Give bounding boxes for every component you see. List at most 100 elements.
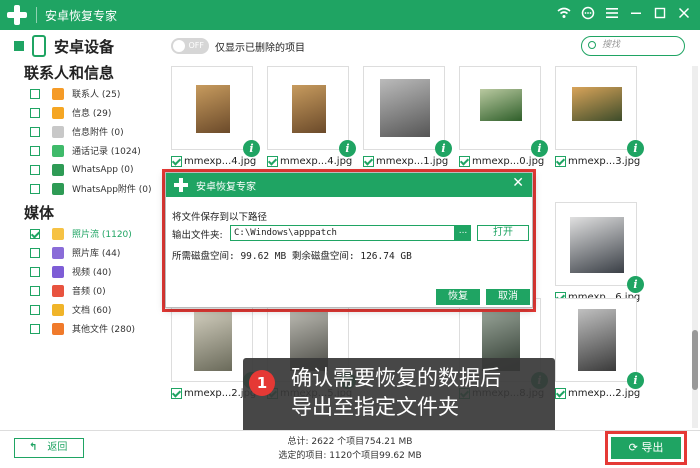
photo-checkbox[interactable] — [363, 156, 374, 167]
photo-image — [572, 87, 622, 121]
photo-thumbnail[interactable]: i — [267, 66, 356, 157]
sidebar-item[interactable]: 信息附件 (0) — [0, 122, 165, 141]
item-checkbox[interactable] — [30, 183, 40, 194]
photo-checkbox[interactable] — [555, 388, 566, 399]
item-checkbox[interactable] — [30, 304, 40, 315]
photo-image — [196, 85, 230, 133]
tutorial-callout: 1 确认需要恢复的数据后 导出至指定文件夹 — [243, 358, 555, 438]
save-dialog: 安卓恢复专家 ✕ 将文件保存到以下路径 输出文件夹: C:\Windows\ap… — [165, 172, 533, 308]
info-icon[interactable]: i — [531, 140, 548, 157]
total-items-status: 总计: 2622 个项目754.21 MB — [287, 437, 413, 447]
call-log-icon — [52, 144, 64, 157]
sidebar-item-label: 照片流 (1120) — [72, 230, 132, 240]
attachment-icon — [52, 125, 64, 138]
sidebar-item[interactable]: WhatsApp (0) — [0, 160, 165, 179]
sidebar-item-label: 信息附件 (0) — [72, 128, 124, 138]
sidebar-item-label: 照片库 (44) — [72, 249, 121, 259]
minimize-icon[interactable] — [626, 7, 646, 23]
cancel-button[interactable]: 取消 — [486, 289, 530, 305]
window-controls — [554, 0, 694, 30]
photo-filename: mmexp...4.jpg — [280, 156, 353, 167]
device-header[interactable]: 安卓设备 — [0, 30, 165, 62]
sidebar-item-label: WhatsApp (0) — [72, 164, 134, 175]
photo-image — [380, 79, 430, 137]
photo-thumbnail[interactable]: i — [555, 298, 644, 389]
info-icon[interactable]: i — [243, 140, 260, 157]
sidebar-item-label: 其他文件 (280) — [72, 325, 136, 335]
search-placeholder: 搜找 — [602, 40, 621, 50]
photo-caption[interactable]: mmexp...1.jpg — [363, 156, 448, 167]
open-button[interactable]: 打开 — [477, 225, 529, 241]
sidebar-item[interactable]: WhatsApp附件 (0) — [0, 179, 165, 198]
sidebar-item[interactable]: 信息 (29) — [0, 103, 165, 122]
export-button[interactable]: ⟳ 导出 — [611, 437, 681, 459]
info-icon[interactable]: i — [627, 276, 644, 293]
info-icon[interactable]: i — [627, 140, 644, 157]
photo-caption[interactable]: mmexp...4.jpg — [171, 156, 256, 167]
sidebar-item[interactable]: 通话记录 (1024) — [0, 141, 165, 160]
photo-checkbox[interactable] — [555, 156, 566, 167]
photo-caption[interactable]: mmexp...0.jpg — [459, 156, 544, 167]
photo-caption[interactable]: mmexp...3.jpg — [555, 156, 640, 167]
maximize-icon[interactable] — [650, 7, 670, 23]
wifi-icon[interactable] — [554, 7, 574, 23]
search-input[interactable]: 搜找 — [581, 36, 685, 56]
whatsapp-attachment-icon — [52, 182, 64, 195]
item-checkbox[interactable] — [30, 266, 40, 277]
item-checkbox[interactable] — [30, 126, 40, 137]
sidebar-item[interactable]: 视频 (40) — [0, 262, 165, 281]
photo-library-icon — [52, 246, 64, 259]
callout-line-2: 导出至指定文件夹 — [291, 395, 459, 419]
item-checkbox[interactable] — [30, 285, 40, 296]
scrollbar-thumb[interactable] — [692, 330, 698, 390]
step-number-badge: 1 — [249, 370, 275, 396]
item-checkbox[interactable] — [30, 145, 40, 156]
info-icon[interactable]: i — [435, 140, 452, 157]
close-icon[interactable] — [674, 7, 694, 23]
output-folder-label: 输出文件夹: — [172, 230, 223, 241]
sidebar-item[interactable]: 照片库 (44) — [0, 243, 165, 262]
disk-space-info: 所需磁盘空间: 99.62 MB 剩余磁盘空间: 126.74 GB — [172, 251, 412, 262]
photo-thumbnail[interactable]: i — [171, 66, 260, 157]
photo-checkbox[interactable] — [171, 156, 182, 167]
item-checkbox[interactable] — [30, 164, 40, 175]
item-checkbox[interactable] — [30, 88, 40, 99]
photo-filename: mmexp...2.jpg — [568, 388, 641, 399]
dialog-header: 安卓恢复专家 ✕ — [166, 173, 532, 197]
show-deleted-toggle[interactable]: OFF — [171, 38, 209, 54]
photo-checkbox[interactable] — [459, 156, 470, 167]
sidebar-item[interactable]: 照片流 (1120) — [0, 224, 165, 243]
device-select-icon[interactable] — [14, 41, 24, 51]
search-icon — [588, 41, 596, 49]
photo-caption[interactable]: mmexp...4.jpg — [267, 156, 352, 167]
browse-button[interactable]: ... — [455, 225, 471, 241]
sidebar-item[interactable]: 其他文件 (280) — [0, 319, 165, 338]
photo-thumbnail[interactable]: i — [459, 66, 548, 157]
item-checkbox[interactable] — [30, 228, 40, 239]
whatsapp-icon — [52, 163, 64, 176]
sidebar-item[interactable]: 音频 (0) — [0, 281, 165, 300]
sidebar-item[interactable]: 联系人 (25) — [0, 84, 165, 103]
recover-button[interactable]: 恢复 — [436, 289, 480, 305]
chat-icon[interactable] — [578, 6, 598, 24]
info-icon[interactable]: i — [339, 140, 356, 157]
photo-thumbnail[interactable]: i — [555, 66, 644, 157]
photo-thumbnail[interactable]: i — [363, 66, 452, 157]
item-checkbox[interactable] — [30, 247, 40, 258]
output-path-field[interactable]: C:\Windows\apppatch — [230, 225, 455, 241]
sidebar-item-label: 信息 (29) — [72, 109, 112, 119]
item-checkbox[interactable] — [30, 107, 40, 118]
sidebar-item[interactable]: 文档 (60) — [0, 300, 165, 319]
info-icon[interactable]: i — [627, 372, 644, 389]
photo-caption[interactable]: mmexp...2.jpg — [555, 388, 640, 399]
photo-thumbnail[interactable]: i — [555, 202, 644, 293]
callout-line-1: 确认需要恢复的数据后 — [291, 366, 501, 390]
sidebar-item-label: 文档 (60) — [72, 306, 112, 316]
dialog-close-icon[interactable]: ✕ — [512, 175, 524, 191]
menu-icon[interactable] — [602, 7, 622, 23]
item-checkbox[interactable] — [30, 323, 40, 334]
document-icon — [52, 303, 64, 316]
photo-filename: mmexp...1.jpg — [376, 156, 449, 167]
photo-checkbox[interactable] — [171, 388, 182, 399]
photo-checkbox[interactable] — [267, 156, 278, 167]
